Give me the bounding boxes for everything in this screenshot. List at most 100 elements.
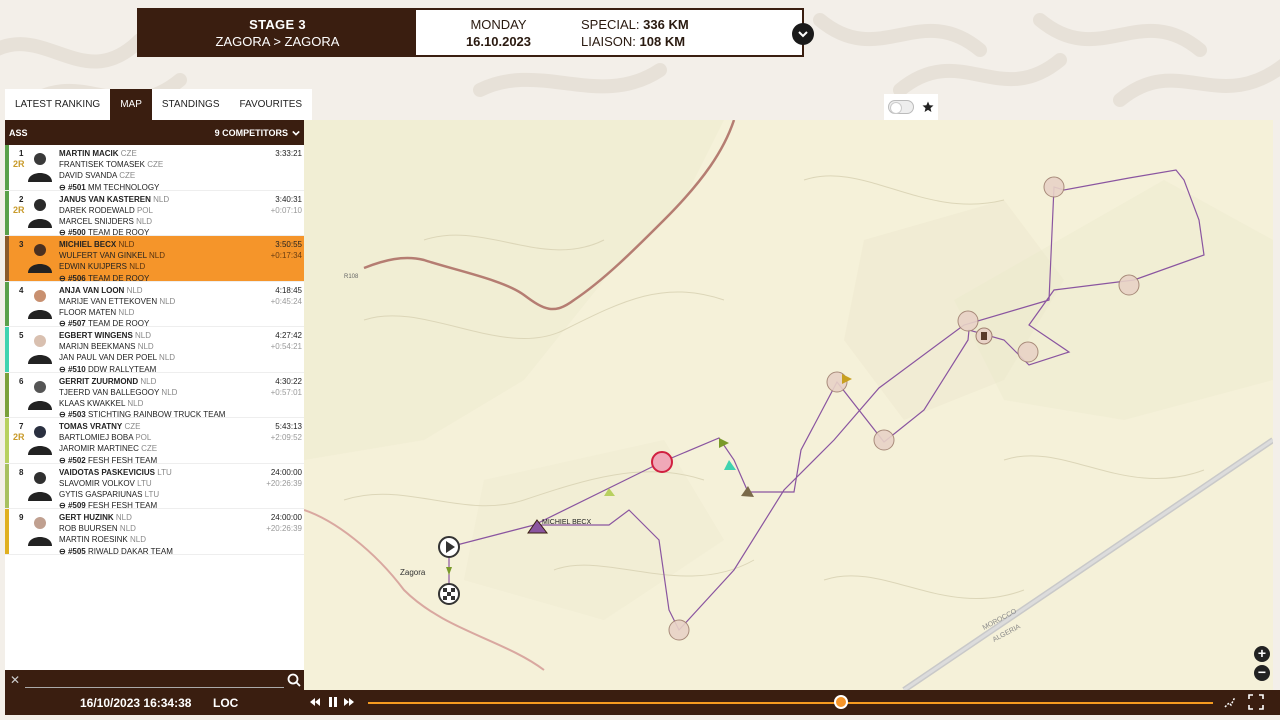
co-driver-country: NLD	[137, 342, 154, 352]
stage-time: 24:00:00	[270, 467, 302, 477]
competitors-count: 9 COMPETITORS	[214, 127, 288, 138]
search-bar: ✕	[5, 670, 304, 690]
driver-name: ANJA VAN LOON	[59, 285, 125, 295]
race-number: #505	[67, 546, 86, 556]
waypoint-marker	[1118, 274, 1140, 296]
tab-bar: LATEST RANKING MAP STANDINGS FAVOURITES	[5, 89, 313, 120]
timeline-track[interactable]	[368, 702, 1213, 704]
route-icon[interactable]	[1223, 695, 1237, 709]
stage-time: 3:40:31	[275, 194, 302, 204]
co-driver-country: NLD	[148, 251, 165, 261]
mechanic-name: MARCEL SNIJDERS	[59, 216, 134, 226]
map-canvas[interactable]: R108 MOROCCO ALGERIA MICHIEL BECX Zagora	[304, 120, 1273, 690]
close-icon[interactable]: ✕	[5, 673, 25, 687]
vehicle-label: MICHIEL BECX	[542, 519, 591, 526]
mechanic-name: FLOOR MATEN	[59, 307, 117, 317]
competitor-row[interactable]: 6 GERRIT ZUURMOND NLD TJEERD VAN BALLEGO…	[5, 372, 304, 419]
waypoint-marker	[668, 619, 690, 641]
class-label: ASS	[9, 127, 28, 138]
waypoint-marker	[873, 429, 895, 451]
mechanic-country: NLD	[129, 262, 146, 272]
stage-info: STAGE 3 ZAGORA > ZAGORA	[139, 10, 416, 55]
competitor-row[interactable]: 3 MICHIEL BECX NLD WULFERT VAN GINKEL NL…	[5, 236, 304, 283]
class-stripe	[5, 236, 9, 281]
competitor-row[interactable]: 2 2R JANUS VAN KASTEREN NLD DAREK RODEWA…	[5, 190, 304, 237]
competitor-row[interactable]: 5 EGBERT WINGENS NLD MARIJN BEEKMANS NLD…	[5, 327, 304, 374]
mechanic-country: NLD	[129, 535, 146, 545]
fast-forward-icon[interactable]	[343, 695, 355, 709]
tab-favourites[interactable]: FAVOURITES	[230, 89, 313, 120]
start-marker[interactable]	[438, 536, 460, 558]
competitor-row[interactable]: 7 2R TOMAS VRATNY CZE BARTLOMIEJ BOBA PO…	[5, 418, 304, 465]
stage-time: 5:43:13	[275, 422, 302, 431]
co-driver-country: NLD	[119, 524, 136, 534]
time-block: 4:27:42 +0:54:21	[271, 330, 302, 352]
zoom-in-button[interactable]: +	[1254, 646, 1270, 662]
driver-country: NLD	[135, 331, 152, 340]
position: 7	[19, 422, 24, 431]
search-icon[interactable]	[284, 670, 304, 690]
special-label: SPECIAL:	[581, 17, 640, 32]
crew-names: GERT HUZINK NLD ROB BUURSEN NLD MARTIN R…	[59, 512, 173, 557]
liaison-label: LIAISON:	[581, 34, 636, 49]
competitor-list: 1 2R MARTIN MACIK CZE FRANTISEK TOMASEK …	[5, 145, 304, 557]
fullscreen-icon[interactable]	[1248, 694, 1264, 710]
mechanic-name: GYTIS GASPARIUNAS	[59, 489, 143, 499]
stage-time: 4:18:45	[275, 285, 302, 295]
time-block: 4:18:45 +0:45:24	[271, 285, 302, 307]
refuel-icon[interactable]	[975, 327, 993, 345]
star-icon[interactable]	[922, 101, 934, 113]
waypoint-marker	[1017, 341, 1039, 363]
time-gap: +0:45:24	[270, 296, 302, 306]
ranking-panel: ASS 9 COMPETITORS 1 2R MARTIN MACIK CZE …	[5, 120, 304, 670]
position: 9	[19, 513, 24, 522]
avatar	[25, 239, 55, 273]
avatar	[25, 148, 55, 182]
vehicle-marker[interactable]	[719, 438, 729, 448]
mechanic-name: KLAAS KWAKKEL	[59, 398, 126, 408]
competitor-row[interactable]: 8 VAIDOTAS PASKEVICIUS LTU SLAVOMIR VOLK…	[5, 463, 304, 510]
crew-names: MARTIN MACIK CZE FRANTISEK TOMASEK CZE D…	[59, 148, 163, 193]
stage-date-block: MONDAY 16.10.2023	[416, 10, 581, 55]
finish-marker[interactable]	[438, 583, 460, 605]
co-driver-country: LTU	[137, 478, 152, 488]
competitor-row[interactable]: 1 2R MARTIN MACIK CZE FRANTISEK TOMASEK …	[5, 145, 304, 193]
position: 2	[19, 194, 24, 204]
position: 8	[19, 467, 24, 477]
zoom-out-button[interactable]: −	[1254, 665, 1270, 681]
tab-standings[interactable]: STANDINGS	[152, 89, 230, 120]
checkpoint-marker[interactable]	[651, 451, 673, 473]
stage-date: 16.10.2023	[465, 34, 532, 49]
tab-map[interactable]: MAP	[110, 89, 152, 120]
position: 3	[19, 240, 24, 249]
stage-expand-button[interactable]	[792, 23, 814, 45]
time-gap: +0:17:34	[270, 251, 302, 261]
co-driver-name: TJEERD VAN BALLEGOOY	[59, 387, 160, 397]
stage-time: 3:33:21	[275, 149, 302, 158]
mechanic-country: CZE	[119, 171, 136, 181]
favourites-toggle[interactable]	[888, 100, 914, 114]
driver-country: NLD	[140, 376, 157, 386]
co-driver-name: BARTLOMIEJ BOBA	[59, 433, 134, 443]
avatar	[25, 512, 55, 546]
search-input[interactable]	[25, 672, 284, 688]
loc-toggle[interactable]: LOC	[213, 696, 238, 710]
competitor-row[interactable]: 9 GERT HUZINK NLD ROB BUURSEN NLD MARTIN…	[5, 509, 304, 557]
special-value: 336 KM	[643, 17, 689, 32]
vehicle-marker[interactable]	[446, 567, 452, 575]
stage-time: 24:00:00	[270, 513, 302, 522]
co-driver-name: MARIJE VAN ETTEKOVEN	[59, 296, 158, 306]
time-block: 3:33:21	[275, 148, 302, 159]
rewind-icon[interactable]	[309, 695, 321, 709]
competitors-dropdown[interactable]: 9 COMPETITORS	[215, 128, 300, 138]
pause-icon[interactable]	[327, 695, 339, 709]
competitor-row[interactable]: 4 ANJA VAN LOON NLD MARIJE VAN ETTEKOVEN…	[5, 281, 304, 328]
mechanic-country: NLD	[127, 398, 144, 408]
mechanic-country: NLD	[159, 353, 176, 363]
map-view[interactable]: R108 MOROCCO ALGERIA MICHIEL BECX Zagora	[304, 120, 1273, 690]
tab-latest-ranking[interactable]: LATEST RANKING	[5, 89, 110, 120]
timeline-slider[interactable]	[834, 695, 849, 709]
class-stripe	[5, 509, 9, 554]
avatar	[25, 284, 55, 319]
waypoint-marker	[957, 310, 979, 332]
